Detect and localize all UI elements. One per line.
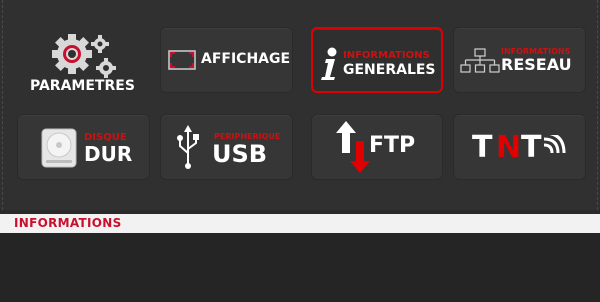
- right-border: [597, 0, 598, 210]
- broadcast-waves-icon: [543, 135, 566, 154]
- info-i-icon: [321, 47, 337, 80]
- screen-frame-icon: [168, 50, 196, 70]
- gears-icon: [52, 34, 116, 78]
- peripherique-usb-label: USB: [212, 140, 268, 168]
- disque-dur-label: DUR: [84, 142, 133, 166]
- informations-generales-label: GENERALES: [343, 62, 436, 78]
- menu-item-peripherique-usb[interactable]: PERIPHERIQUE USB: [160, 114, 293, 180]
- ftp-label: FTP: [369, 133, 416, 158]
- menu-item-disque-dur[interactable]: DISQUE DUR: [17, 114, 150, 180]
- tnt-letter-1: T: [472, 130, 493, 165]
- menu-item-affichage[interactable]: AFFICHAGE: [160, 27, 293, 93]
- info-bar-title: INFORMATIONS: [14, 216, 122, 230]
- left-border: [2, 0, 3, 210]
- menu-item-informations-reseau[interactable]: INFORMATIONS RESEAU: [453, 27, 586, 93]
- info-content-area: [0, 233, 600, 302]
- transfer-arrows-icon: [336, 121, 370, 173]
- menu-item-parametres[interactable]: PARAMETRES: [18, 26, 148, 98]
- affichage-label: AFFICHAGE: [201, 51, 291, 67]
- parametres-label: PARAMETRES: [30, 78, 135, 94]
- menu-item-ftp[interactable]: FTP: [311, 114, 443, 180]
- informations-generales-top: INFORMATIONS: [343, 50, 430, 61]
- informations-reseau-label: RESEAU: [501, 55, 572, 74]
- usb-icon: [177, 125, 199, 169]
- tnt-letter-2: N: [496, 130, 522, 165]
- info-bar: INFORMATIONS: [0, 214, 600, 233]
- network-icon: [460, 48, 500, 73]
- hard-disk-icon: [41, 128, 77, 168]
- tnt-letter-3: T: [521, 130, 542, 165]
- menu-item-informations-generales[interactable]: INFORMATIONS GENERALES: [311, 27, 443, 93]
- menu-item-tnt[interactable]: T N T: [453, 114, 586, 180]
